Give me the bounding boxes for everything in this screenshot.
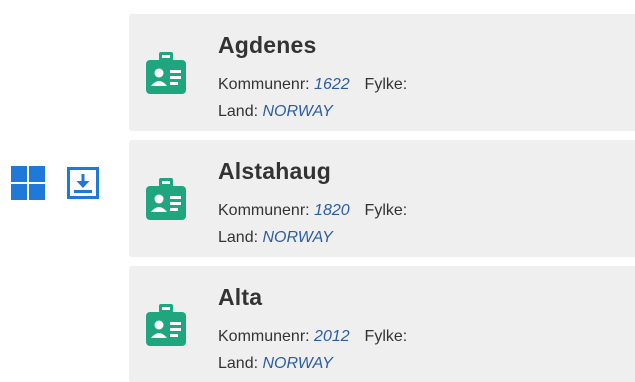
kommunenr-label: Kommunenr: bbox=[218, 202, 310, 219]
municipality-name: Alstahaug bbox=[218, 158, 331, 184]
fylke-label: Fylke: bbox=[364, 328, 408, 345]
land-value: NORWAY bbox=[262, 355, 333, 372]
municipality-name: Alta bbox=[218, 284, 263, 310]
municipality-number-line: Kommunenr: 1622 Fylke: bbox=[218, 76, 407, 94]
land-label: Land: bbox=[218, 103, 259, 120]
kommunenr-value: 1820 bbox=[314, 202, 350, 219]
kommunenr-value: 2012 bbox=[314, 328, 350, 345]
country-line: Land: NORWAY bbox=[218, 229, 333, 247]
municipality-name: Agdenes bbox=[218, 32, 317, 58]
download-button[interactable] bbox=[66, 166, 100, 200]
municipality-card[interactable]: Alta Kommunenr: 2012 Fylke: Land: NORWAY bbox=[129, 266, 635, 382]
contact-card-icon bbox=[146, 304, 186, 346]
kommunenr-label: Kommunenr: bbox=[218, 76, 310, 93]
country-line: Land: NORWAY bbox=[218, 355, 333, 373]
land-value: NORWAY bbox=[262, 229, 333, 246]
contact-card-icon bbox=[146, 52, 186, 94]
fylke-label: Fylke: bbox=[364, 76, 408, 93]
municipality-list: Agdenes Kommunenr: 1622 Fylke: Land: NOR… bbox=[129, 14, 635, 382]
land-label: Land: bbox=[218, 355, 259, 372]
land-label: Land: bbox=[218, 229, 259, 246]
fylke-label: Fylke: bbox=[364, 202, 408, 219]
grid-icon bbox=[11, 166, 45, 200]
municipality-card[interactable]: Alstahaug Kommunenr: 1820 Fylke: Land: N… bbox=[129, 140, 635, 257]
kommunenr-value: 1622 bbox=[314, 76, 350, 93]
kommunenr-label: Kommunenr: bbox=[218, 328, 310, 345]
page: Agdenes Kommunenr: 1622 Fylke: Land: NOR… bbox=[0, 0, 635, 382]
country-line: Land: NORWAY bbox=[218, 103, 333, 121]
view-toolbar bbox=[11, 166, 100, 200]
municipality-number-line: Kommunenr: 1820 Fylke: bbox=[218, 202, 407, 220]
municipality-number-line: Kommunenr: 2012 Fylke: bbox=[218, 328, 407, 346]
download-icon bbox=[67, 167, 99, 199]
contact-card-icon bbox=[146, 178, 186, 220]
municipality-card[interactable]: Agdenes Kommunenr: 1622 Fylke: Land: NOR… bbox=[129, 14, 635, 131]
land-value: NORWAY bbox=[262, 103, 333, 120]
grid-view-button[interactable] bbox=[11, 166, 45, 200]
